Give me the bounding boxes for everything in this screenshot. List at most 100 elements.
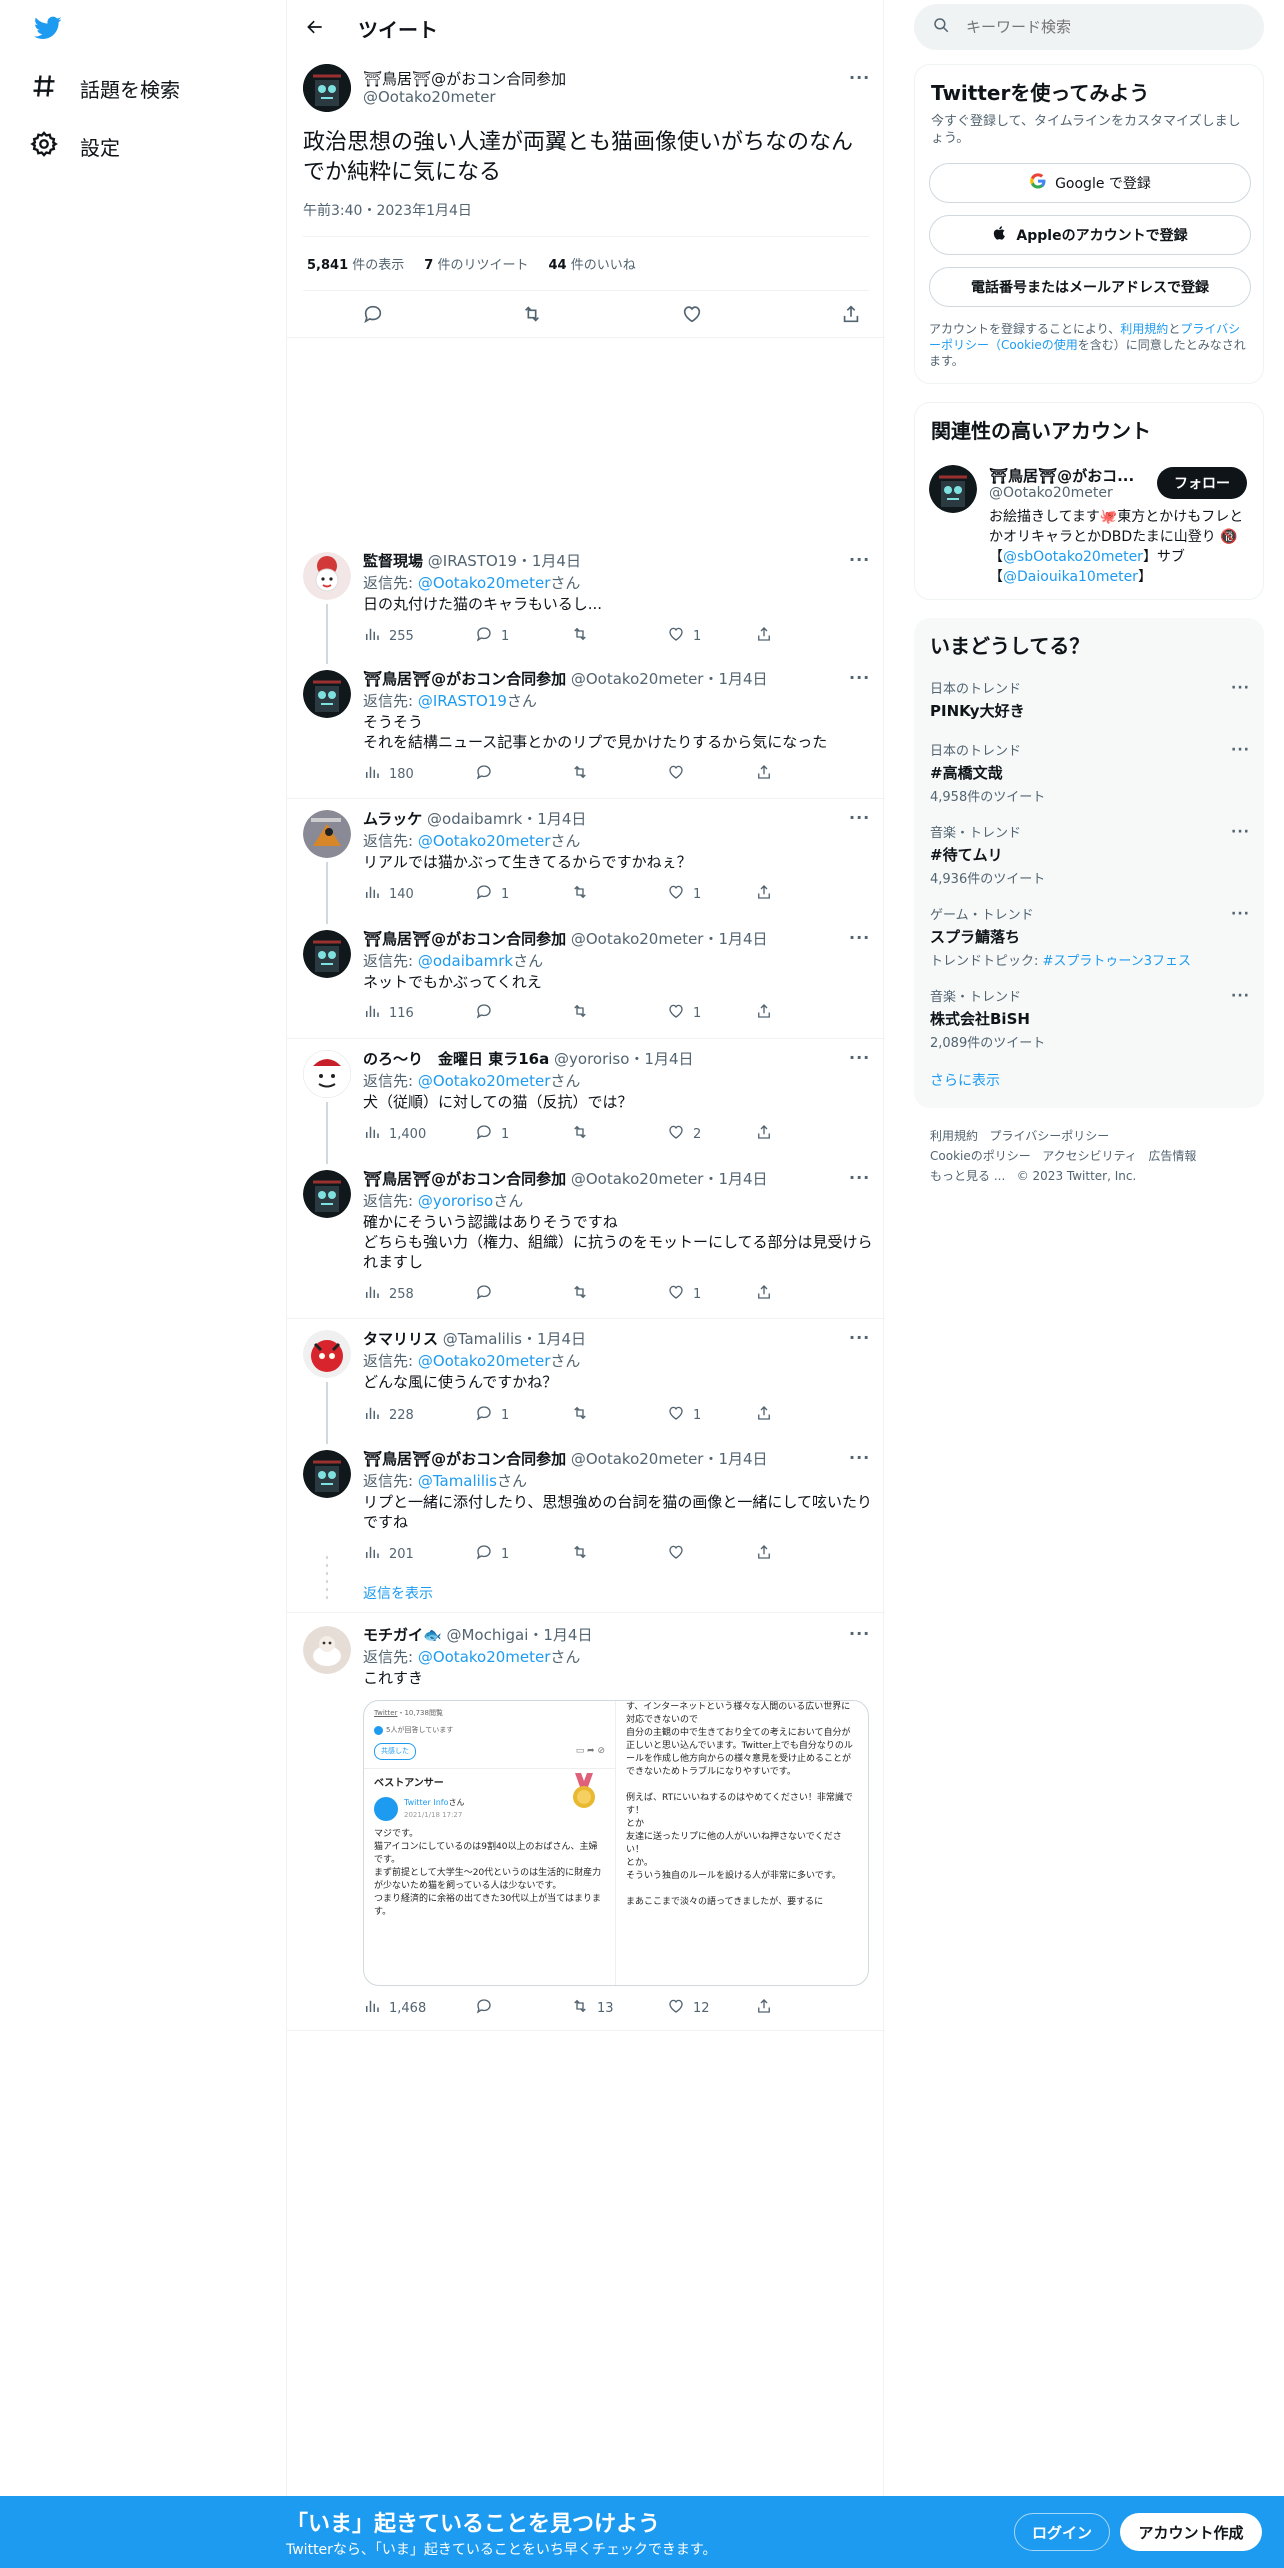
- avatar[interactable]: [303, 1626, 351, 1674]
- replying-to-link[interactable]: @Ootako20meter: [418, 1352, 551, 1370]
- retweet-button[interactable]: [571, 1543, 597, 1565]
- reply-icon[interactable]: [362, 303, 384, 329]
- reply-date[interactable]: ・1月4日: [629, 1050, 693, 1068]
- share-icon[interactable]: [840, 303, 862, 329]
- retweet-icon[interactable]: [521, 303, 543, 329]
- reply-author-name[interactable]: のろ～り 金曜日 東ラ16a: [363, 1050, 549, 1068]
- reply-author-handle[interactable]: @Ootako20meter: [571, 930, 704, 948]
- replying-to-link[interactable]: @IRASTO19: [418, 692, 507, 710]
- likes-stat[interactable]: 44 件のいいね: [548, 254, 635, 273]
- signup-button[interactable]: アカウント作成: [1120, 2513, 1262, 2551]
- trend-item[interactable]: ゲーム・トレンド スプラ鯖落ち トレンドトピック: #スプラトゥーン3フェス ···: [930, 904, 1250, 969]
- views-button[interactable]: 201: [363, 1543, 414, 1565]
- search-box[interactable]: [914, 4, 1264, 50]
- reply-author-handle[interactable]: @Tamalilis: [443, 1330, 522, 1348]
- bio-link[interactable]: @sbOotako20meter: [1003, 549, 1143, 565]
- reply-author-name[interactable]: ムラッケ: [363, 810, 422, 828]
- more-options-icon[interactable]: ···: [849, 668, 870, 687]
- footer-cookie-link[interactable]: Cookieのポリシー: [930, 1149, 1031, 1163]
- avatar[interactable]: [303, 670, 351, 718]
- share-button[interactable]: [755, 1543, 773, 1565]
- reply-date[interactable]: ・1月4日: [703, 930, 767, 948]
- tweet-author-name[interactable]: ⛩鳥居⛩@がおコン合同参加: [363, 68, 566, 89]
- views-button[interactable]: 1,468: [363, 1997, 426, 2019]
- reply-button[interactable]: 1: [475, 1404, 509, 1426]
- show-more-link[interactable]: さらに表示: [930, 1070, 1000, 1090]
- share-button[interactable]: [755, 1123, 773, 1145]
- reply-author-name[interactable]: モチガイ🐟: [363, 1626, 442, 1644]
- retweets-stat[interactable]: 7 件のリツイート: [424, 254, 528, 273]
- like-button[interactable]: 1: [667, 1404, 701, 1426]
- avatar[interactable]: [303, 1450, 351, 1498]
- follow-button[interactable]: フォロー: [1157, 467, 1247, 499]
- tweet-author-handle[interactable]: @Ootako20meter: [363, 88, 496, 106]
- more-options-icon[interactable]: ···: [849, 1328, 870, 1347]
- trend-topic-link[interactable]: #スプラトゥーン3フェス: [1043, 954, 1192, 969]
- retweet-button[interactable]: [571, 1404, 597, 1426]
- like-button[interactable]: [667, 1543, 693, 1565]
- avatar[interactable]: [303, 552, 351, 600]
- like-button[interactable]: 1: [667, 1283, 701, 1305]
- reply-button[interactable]: [475, 1997, 501, 2019]
- more-options-icon[interactable]: ···: [1231, 906, 1250, 922]
- nav-explore[interactable]: 話題を検索: [30, 72, 180, 105]
- more-options-icon[interactable]: ···: [849, 928, 870, 947]
- share-button[interactable]: [755, 883, 773, 905]
- share-button[interactable]: [755, 1997, 773, 2019]
- share-button[interactable]: [755, 1404, 773, 1426]
- replying-to-link[interactable]: @Ootako20meter: [418, 832, 551, 850]
- trend-item[interactable]: 音楽・トレンド 株式会社BiSH 2,089件のツイート ···: [930, 986, 1250, 1051]
- reply-author-name[interactable]: ⛩鳥居⛩@がおコン合同参加: [363, 1450, 566, 1468]
- footer-accessibility-link[interactable]: アクセシビリティ: [1042, 1149, 1137, 1163]
- share-button[interactable]: [755, 763, 773, 785]
- phone-email-signup-button[interactable]: 電話番号またはメールアドレスで登録: [929, 267, 1251, 307]
- tweet-image[interactable]: Twitter・10,738閲覧 5人が回答しています 共感した ▭ ➦ ⊘ ベ…: [363, 1700, 869, 1986]
- views-button[interactable]: 116: [363, 1002, 414, 1024]
- like-icon[interactable]: [681, 303, 703, 329]
- reply-author-handle[interactable]: @Ootako20meter: [571, 1450, 704, 1468]
- search-input[interactable]: [966, 18, 1246, 36]
- nav-settings[interactable]: 設定: [30, 130, 120, 163]
- avatar[interactable]: [303, 1330, 351, 1378]
- retweet-button[interactable]: [571, 883, 597, 905]
- views-button[interactable]: 180: [363, 763, 414, 785]
- like-button[interactable]: [667, 763, 693, 785]
- more-options-icon[interactable]: ···: [849, 68, 870, 87]
- like-button[interactable]: 1: [667, 883, 701, 905]
- back-arrow-icon[interactable]: [301, 13, 329, 41]
- reply-author-handle[interactable]: @IRASTO19: [428, 552, 517, 570]
- avatar[interactable]: [303, 64, 351, 112]
- avatar[interactable]: [303, 930, 351, 978]
- reply-date[interactable]: ・1月4日: [517, 552, 581, 570]
- footer-more-link[interactable]: もっと見る ...: [930, 1169, 1005, 1183]
- more-options-icon[interactable]: ···: [849, 550, 870, 569]
- reply-button[interactable]: [475, 1283, 501, 1305]
- more-options-icon[interactable]: ···: [1231, 988, 1250, 1004]
- reply-date[interactable]: ・1月4日: [528, 1626, 592, 1644]
- trend-item[interactable]: 音楽・トレンド #待てムリ 4,936件のツイート ···: [930, 822, 1250, 887]
- reply-button[interactable]: 1: [475, 1543, 509, 1565]
- more-options-icon[interactable]: ···: [849, 1624, 870, 1643]
- more-options-icon[interactable]: ···: [849, 808, 870, 827]
- avatar[interactable]: [303, 810, 351, 858]
- apple-signup-button[interactable]: Appleのアカウントで登録: [929, 215, 1251, 255]
- twitter-logo-icon[interactable]: [32, 14, 64, 42]
- retweet-button[interactable]: [571, 1002, 597, 1024]
- bio-link[interactable]: @Daiouika10meter: [1003, 569, 1138, 585]
- reply-author-name[interactable]: ⛩鳥居⛩@がおコン合同参加: [363, 670, 566, 688]
- like-button[interactable]: 12: [667, 1997, 710, 2019]
- tweet-timestamp[interactable]: 午前3:40・2023年1月4日: [303, 200, 472, 220]
- google-signup-button[interactable]: Google で登録: [929, 163, 1251, 203]
- reply-author-name[interactable]: タマリリス: [363, 1330, 438, 1348]
- like-button[interactable]: 1: [667, 1002, 701, 1024]
- more-options-icon[interactable]: ···: [1231, 824, 1250, 840]
- terms-link[interactable]: 利用規約: [1120, 322, 1168, 336]
- views-button[interactable]: 228: [363, 1404, 414, 1426]
- replying-to-link[interactable]: @Ootako20meter: [418, 574, 551, 592]
- reply-author-handle[interactable]: @Ootako20meter: [571, 670, 704, 688]
- relevant-handle[interactable]: @Ootako20meter: [989, 485, 1113, 501]
- more-options-icon[interactable]: ···: [849, 1048, 870, 1067]
- reply-button[interactable]: [475, 763, 501, 785]
- replying-to-link[interactable]: @odaibamrk: [418, 952, 513, 970]
- reply-date[interactable]: ・1月4日: [522, 810, 586, 828]
